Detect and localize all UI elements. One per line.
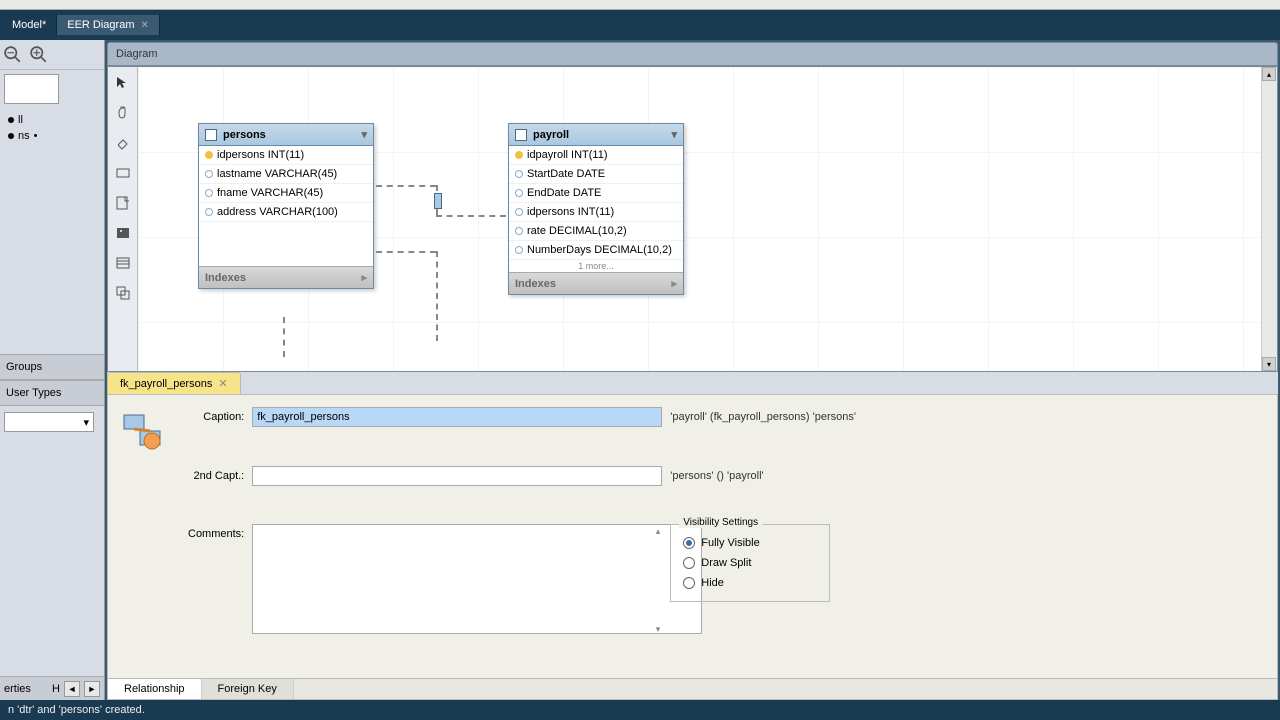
nav-h: H [52, 683, 60, 695]
column-icon [515, 189, 523, 197]
column-row[interactable]: idpersons INT(11) [509, 203, 683, 222]
column-icon [205, 208, 213, 216]
zoom-out-icon[interactable] [4, 46, 22, 64]
caption-label: Caption: [188, 407, 244, 423]
toolbox [108, 67, 138, 371]
table-tool-icon[interactable] [113, 253, 133, 273]
relationship-line[interactable] [376, 185, 436, 187]
tab-foreign-key[interactable]: Foreign Key [202, 679, 294, 699]
type-dropdown[interactable]: ▾ [4, 412, 94, 432]
entity-title: payroll [533, 129, 569, 141]
eraser-tool-icon[interactable] [113, 133, 133, 153]
property-tab[interactable]: fk_payroll_persons ✕ [107, 372, 241, 394]
zoom-in-icon[interactable] [30, 46, 48, 64]
scroll-down-icon[interactable]: ▾ [1262, 357, 1276, 371]
indexes-section[interactable]: Indexes▸ [199, 266, 373, 288]
view-tool-icon[interactable] [113, 283, 133, 303]
column-row[interactable]: fname VARCHAR(45) [199, 184, 373, 203]
diagram-canvas[interactable]: persons ▾ idpersons INT(11) lastname VAR… [138, 67, 1261, 371]
second-caption-input[interactable] [252, 466, 662, 486]
property-panel: Caption: 'payroll' (fk_payroll_persons) … [107, 394, 1278, 700]
note-tool-icon[interactable] [113, 193, 133, 213]
image-tool-icon[interactable] [113, 223, 133, 243]
mini-map[interactable] [4, 74, 59, 104]
visibility-settings: Visibility Settings Fully Visible Draw S… [670, 524, 830, 602]
prop-tab-label: fk_payroll_persons [120, 378, 212, 390]
column-icon [515, 227, 523, 235]
groups-section[interactable]: Groups [0, 354, 104, 380]
column-row[interactable]: NumberDays DECIMAL(10,2) [509, 241, 683, 260]
relationship-line[interactable] [283, 317, 285, 357]
chevron-right-icon[interactable]: ▸ [361, 271, 367, 284]
table-icon [515, 129, 527, 141]
column-icon [205, 170, 213, 178]
comments-label: Comments: [188, 524, 244, 540]
entity-title: persons [223, 129, 266, 141]
nav-label: erties [4, 683, 31, 695]
column-row[interactable]: lastname VARCHAR(45) [199, 165, 373, 184]
column-row[interactable]: rate DECIMAL(10,2) [509, 222, 683, 241]
column-row[interactable]: idpayroll INT(11) [509, 146, 683, 165]
key-icon [515, 151, 523, 159]
relationship-icon [120, 407, 168, 455]
caption-desc: 'payroll' (fk_payroll_persons) 'persons' [670, 407, 856, 423]
close-icon[interactable]: ✕ [141, 20, 149, 31]
nav-prev-icon[interactable]: ◄ [64, 681, 80, 697]
user-types-section[interactable]: User Types [0, 380, 104, 406]
tab-model-label: Model* [12, 19, 46, 31]
entity-payroll[interactable]: payroll ▾ idpayroll INT(11) StartDate DA… [508, 123, 684, 295]
scroll-up-icon[interactable]: ▴ [1262, 67, 1276, 81]
tab-model[interactable]: Model* [2, 15, 57, 35]
more-columns[interactable]: 1 more... [509, 260, 683, 272]
close-icon[interactable]: ✕ [218, 377, 227, 390]
radio-fully-visible[interactable]: Fully Visible [683, 533, 817, 553]
column-row[interactable]: StartDate DATE [509, 165, 683, 184]
column-row[interactable]: EndDate DATE [509, 184, 683, 203]
indexes-section[interactable]: Indexes▸ [509, 272, 683, 294]
main-tab-strip: Model* EER Diagram ✕ [0, 10, 1280, 40]
radio-icon [683, 537, 695, 549]
chevron-down-icon[interactable]: ▾ [656, 624, 661, 635]
relationship-line[interactable] [436, 215, 506, 217]
layer-tool-icon[interactable] [113, 163, 133, 183]
status-bar: n 'dtr' and 'persons' created. [0, 700, 1280, 720]
column-icon [205, 189, 213, 197]
tree-item[interactable]: ns • [4, 128, 100, 144]
hand-tool-icon[interactable] [113, 103, 133, 123]
radio-icon [683, 557, 695, 569]
chevron-down-icon[interactable]: ▾ [671, 128, 677, 141]
tab-eer-diagram[interactable]: EER Diagram ✕ [57, 15, 160, 35]
column-icon [515, 208, 523, 216]
caption-input[interactable] [252, 407, 662, 427]
second-caption-label: 2nd Capt.: [188, 466, 244, 482]
second-desc: 'persons' () 'payroll' [670, 466, 856, 482]
comments-textarea[interactable] [252, 524, 702, 634]
entity-persons[interactable]: persons ▾ idpersons INT(11) lastname VAR… [198, 123, 374, 289]
column-icon [515, 170, 523, 178]
chevron-right-icon[interactable]: ▸ [671, 277, 677, 290]
column-row[interactable]: address VARCHAR(100) [199, 203, 373, 222]
relationship-handle[interactable] [434, 193, 442, 209]
diagram-header: Diagram [107, 42, 1278, 66]
status-text: n 'dtr' and 'persons' created. [8, 704, 145, 716]
column-icon [515, 246, 523, 254]
radio-icon [683, 577, 695, 589]
vertical-scrollbar[interactable]: ▴ ▾ [1261, 67, 1277, 371]
tree-item[interactable]: ll [4, 112, 100, 128]
tab-relationship[interactable]: Relationship [108, 679, 202, 699]
visibility-legend: Visibility Settings [679, 517, 762, 528]
pointer-tool-icon[interactable] [113, 73, 133, 93]
left-sidebar: ll ns • Groups User Types ▾ erties H ◄ ► [0, 40, 105, 700]
nav-next-icon[interactable]: ► [84, 681, 100, 697]
column-row[interactable]: idpersons INT(11) [199, 146, 373, 165]
table-icon [205, 129, 217, 141]
relationship-line[interactable] [376, 251, 436, 253]
radio-draw-split[interactable]: Draw Split [683, 553, 817, 573]
relationship-line[interactable] [436, 251, 438, 341]
radio-hide[interactable]: Hide [683, 573, 817, 593]
chevron-up-icon[interactable]: ▴ [656, 526, 661, 537]
tab-diagram-label: EER Diagram [67, 19, 134, 31]
chevron-down-icon[interactable]: ▾ [361, 128, 367, 141]
key-icon [205, 151, 213, 159]
